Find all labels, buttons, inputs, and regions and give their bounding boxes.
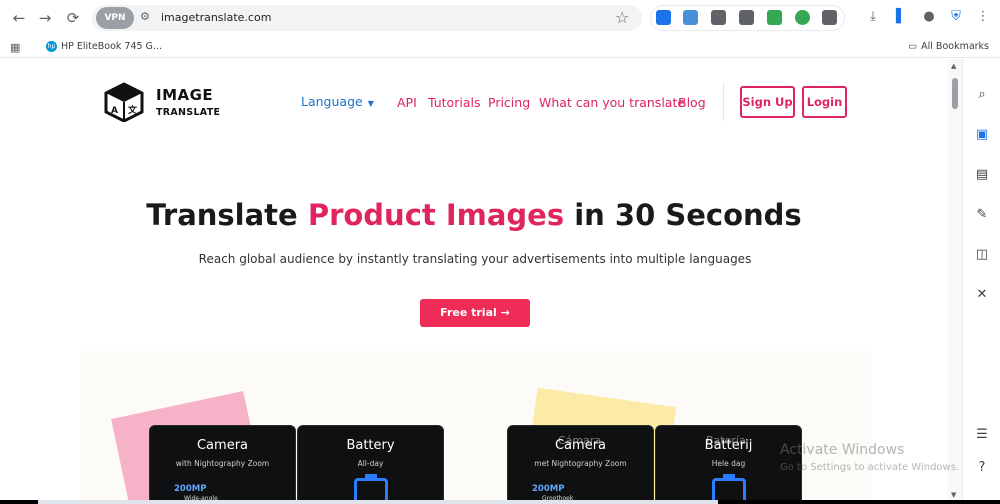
nav-what-can-you-translate[interactable]: What can you translate xyxy=(539,95,685,110)
browser-toolbar: ← → ⟳ VPN ⚙ imagetranslate.com ☆ ⤓ ▌ ● ⛨… xyxy=(0,0,1000,36)
card-camera-translated: Cámara Camera met Nightography Zoom 200M… xyxy=(507,425,654,504)
nav-tutorials[interactable]: Tutorials xyxy=(428,95,480,110)
activate-windows-title: Activate Windows xyxy=(780,442,905,458)
page-scrollbar[interactable]: ▲ ▼ xyxy=(948,59,962,504)
save-icon[interactable]: ▤ xyxy=(974,167,990,183)
logo-letter-wen: 文 xyxy=(127,104,138,116)
bookmark-item[interactable]: hp HP EliteBook 745 G... xyxy=(46,41,162,52)
translate-extension-icon[interactable] xyxy=(711,10,726,25)
url-text[interactable]: imagetranslate.com xyxy=(161,11,271,24)
card-subtitle: met Nightography Zoom xyxy=(534,459,627,468)
free-trial-button[interactable]: Free trial → xyxy=(420,299,530,327)
profile-avatar-icon[interactable]: ● xyxy=(921,9,937,25)
browser-side-panel: ⌕ ▣ ▤ ✎ ◫ ✕ ☰ ? xyxy=(962,59,1000,504)
scroll-down-icon[interactable]: ▼ xyxy=(951,491,956,499)
scrollbar-thumb[interactable] xyxy=(952,78,958,109)
sign-up-button[interactable]: Sign Up xyxy=(740,86,795,118)
green-circle-extension-icon[interactable] xyxy=(795,10,810,25)
hero-title-accent: Product Images xyxy=(307,198,565,232)
taskbar-highlight xyxy=(38,500,718,504)
mail-extension-icon[interactable] xyxy=(683,10,698,25)
card-spec: 200MP xyxy=(174,484,207,494)
bookmarks-bar: ▦ hp HP EliteBook 745 G... ▭ All Bookmarks xyxy=(0,36,1000,58)
tag-extension-icon[interactable] xyxy=(767,10,782,25)
search-page-icon[interactable]: ⌕ xyxy=(974,87,990,103)
bookmark-label: HP EliteBook 745 G... xyxy=(61,41,162,52)
nav-divider xyxy=(723,83,724,121)
caret-down-icon: ▼ xyxy=(367,99,374,108)
card-subtitle: with Nightography Zoom xyxy=(175,459,270,468)
arrow-right-icon: → xyxy=(500,306,510,319)
logo-letter-a: A xyxy=(111,106,118,116)
activate-windows-subtitle: Go to Settings to activate Windows. xyxy=(780,462,960,473)
game-controller-icon[interactable]: ◫ xyxy=(974,247,990,263)
login-button[interactable]: Login xyxy=(802,86,847,118)
hero-title-before: Translate xyxy=(146,198,308,232)
nav-blog[interactable]: Blog xyxy=(678,95,706,110)
folder-icon: ▭ xyxy=(908,41,918,52)
logo[interactable]: A 文 IMAGE TRANSLATE xyxy=(104,80,224,124)
scroll-up-icon[interactable]: ▲ xyxy=(951,62,956,70)
logo-cube-icon: A 文 xyxy=(104,82,144,122)
card-title: Camera xyxy=(196,438,249,453)
site-info-icon[interactable]: ⚙ xyxy=(140,10,154,24)
back-icon[interactable]: ← xyxy=(10,9,28,27)
nav-pricing[interactable]: Pricing xyxy=(488,95,530,110)
card-spec: 200MP xyxy=(532,484,565,494)
shield-extension-icon[interactable] xyxy=(656,10,671,25)
tools-icon[interactable]: ✕ xyxy=(974,287,990,303)
forward-icon[interactable]: → xyxy=(36,9,54,27)
help-icon[interactable]: ? xyxy=(974,460,990,476)
hp-logo-icon: hp xyxy=(46,41,57,52)
hero-title-after: in 30 Seconds xyxy=(564,198,802,232)
card-title: Camera xyxy=(554,438,607,453)
hero-subtitle: Reach global audience by instantly trans… xyxy=(198,252,752,266)
security-shield-icon[interactable]: ⛨ xyxy=(948,9,964,25)
all-bookmarks-button[interactable]: ▭ All Bookmarks xyxy=(908,41,989,52)
nav-language-dropdown[interactable]: Language ▼ xyxy=(301,94,374,109)
hero-title: Translate Product Images in 30 Seconds xyxy=(0,198,948,232)
free-trial-label: Free trial xyxy=(440,306,497,319)
download-icon[interactable]: ⤓ xyxy=(865,9,881,25)
all-bookmarks-label: All Bookmarks xyxy=(921,41,989,52)
menu-dots-icon[interactable]: ⋮ xyxy=(975,9,991,25)
card-title: Battery xyxy=(346,438,395,453)
nav-language-label: Language xyxy=(301,94,363,109)
apps-grid-icon[interactable]: ▦ xyxy=(10,41,20,54)
card-subtitle: All-day xyxy=(357,459,384,468)
web-page: A 文 IMAGE TRANSLATE Language ▼ API Tutori… xyxy=(0,59,948,504)
card-battery-original: Battery All-day xyxy=(297,425,444,504)
sidebar-toggle-icon[interactable]: ▌ xyxy=(893,9,909,25)
card-camera-original: Camera with Nightography Zoom 200MP Wide… xyxy=(149,425,296,504)
chat-assistant-icon[interactable]: ▣ xyxy=(974,127,990,143)
reload-icon[interactable]: ⟳ xyxy=(64,9,82,27)
puzzle-extensions-icon[interactable] xyxy=(822,10,837,25)
customize-sliders-icon[interactable]: ☰ xyxy=(974,427,990,443)
nav-api[interactable]: API xyxy=(397,95,417,110)
vpn-badge[interactable]: VPN xyxy=(96,7,134,29)
logo-text-translate: TRANSLATE xyxy=(156,107,221,118)
logo-text-image: IMAGE xyxy=(156,86,214,104)
bookmark-star-icon[interactable]: ☆ xyxy=(615,8,629,27)
edit-note-icon[interactable]: ✎ xyxy=(974,207,990,223)
video-extension-icon[interactable] xyxy=(739,10,754,25)
